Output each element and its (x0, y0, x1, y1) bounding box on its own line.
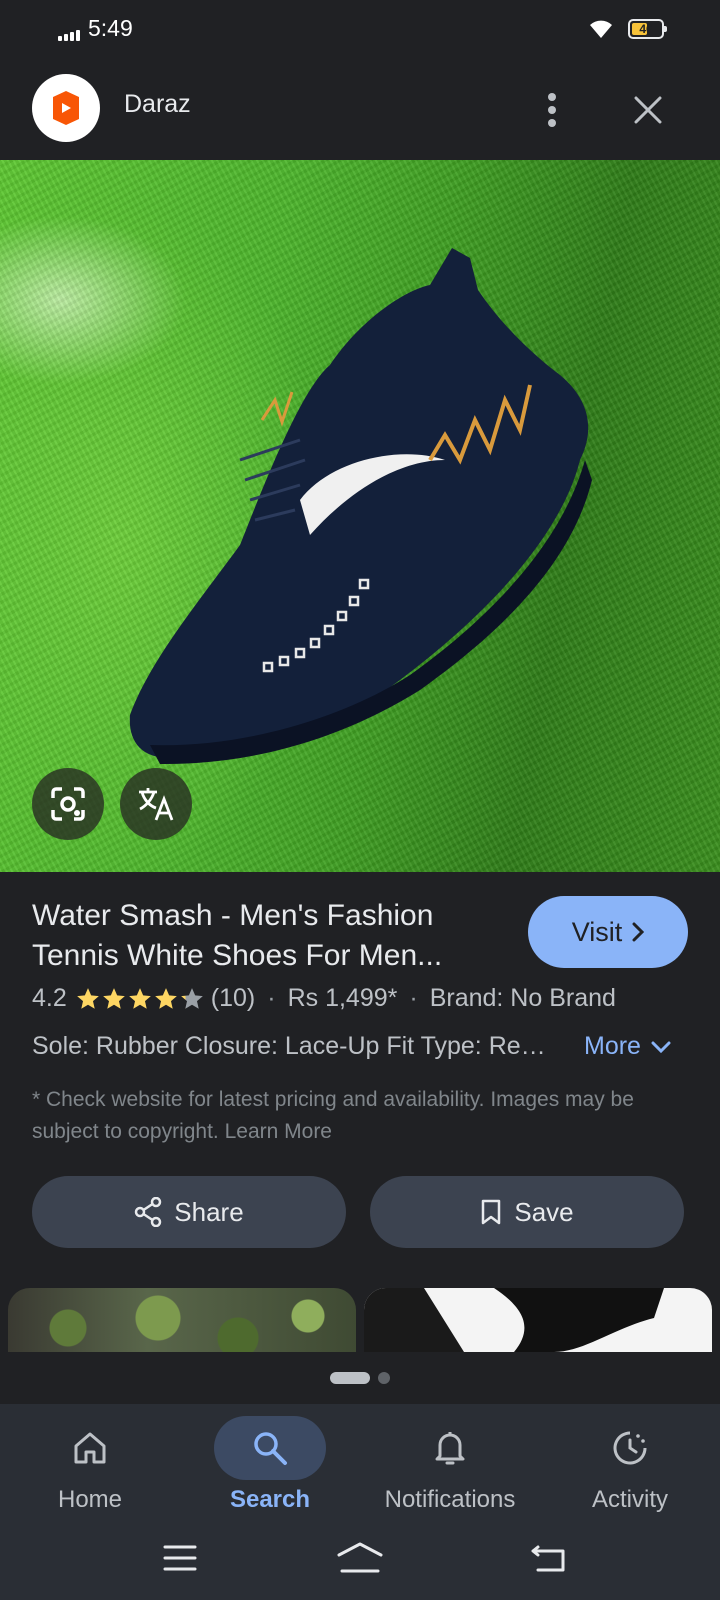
more-vert-icon (548, 93, 556, 127)
chevron-right-icon (632, 922, 645, 942)
header: Daraz (0, 58, 720, 160)
star-icon (154, 987, 177, 1009)
close-button[interactable] (624, 86, 672, 134)
home-outline-icon (337, 1542, 383, 1573)
nav-activity-label: Activity (591, 1486, 668, 1513)
nav-search[interactable]: Search (180, 1412, 360, 1516)
price: Rs 1,499* (287, 984, 398, 1012)
star-icon (76, 987, 99, 1009)
save-button[interactable]: Save (370, 1176, 684, 1248)
status-bar: 5:49 46 (0, 0, 720, 58)
more-button[interactable]: More (584, 1032, 671, 1061)
more-label: More (584, 1032, 641, 1060)
system-navigation-bar (0, 1522, 720, 1600)
status-time: 5:49 (88, 15, 133, 41)
nav-search-label: Search (229, 1486, 311, 1513)
page-indicator (0, 1372, 720, 1384)
star-icon (102, 987, 125, 1009)
visit-button[interactable]: Visit (528, 896, 688, 968)
share-icon (135, 1197, 162, 1227)
wifi-icon (590, 20, 612, 38)
product-image[interactable] (0, 160, 720, 872)
home-icon (74, 1432, 106, 1464)
search-icon (254, 1432, 287, 1465)
translate-icon (139, 788, 174, 821)
page-indicator-active (330, 1372, 370, 1384)
separator-dot: · (409, 984, 418, 1012)
related-image-thumbnail[interactable] (8, 1288, 356, 1352)
rating-row: 4.2 (10) · Rs 1,499* · Brand: No Brand (32, 984, 616, 1013)
shoe-illustration (129, 248, 592, 765)
product-title[interactable]: Water Smash - Men's Fashion Tennis White… (32, 896, 492, 976)
page-indicator-dot (378, 1372, 390, 1384)
lens-icon (51, 787, 85, 821)
visit-label: Visit (571, 916, 623, 947)
share-label: Share (174, 1196, 244, 1227)
brand: Brand: No Brand (429, 984, 616, 1012)
bottom-navigation: Home Search Notifications Activity (0, 1404, 720, 1522)
menu-icon (163, 1545, 197, 1571)
separator-dot: · (267, 984, 276, 1012)
activity-icon (613, 1431, 647, 1465)
site-logo (32, 74, 100, 142)
star-icon (180, 987, 203, 1009)
system-home-button[interactable] (336, 1538, 384, 1578)
translate-button[interactable] (120, 768, 192, 840)
bell-icon (435, 1432, 465, 1465)
save-label: Save (514, 1196, 574, 1227)
nav-notifications-label: Notifications (384, 1486, 516, 1513)
system-back-button[interactable] (524, 1538, 572, 1578)
product-specs: Sole: Rubber Closure: Lace-Up Fit Type: … (32, 1032, 552, 1060)
nav-home[interactable]: Home (0, 1412, 180, 1516)
chevron-down-icon (651, 1041, 671, 1053)
related-image-thumbnail[interactable] (364, 1288, 712, 1352)
nav-home-label: Home (57, 1486, 123, 1513)
review-count: (10) (210, 984, 256, 1012)
signal-icon (58, 30, 80, 41)
disclaimer-text: * Check website for latest pricing and a… (32, 1088, 634, 1143)
site-name: Daraz (124, 90, 191, 118)
lens-button[interactable] (32, 768, 104, 840)
back-icon (531, 1545, 565, 1572)
nav-activity[interactable]: Activity (540, 1412, 720, 1516)
battery-icon: 46 (628, 19, 667, 39)
battery-level: 46 (639, 22, 653, 36)
related-image-content (364, 1288, 664, 1352)
daraz-logo-icon (53, 91, 79, 125)
close-icon (634, 96, 662, 124)
system-menu-button[interactable] (156, 1538, 204, 1578)
more-options-button[interactable] (528, 86, 576, 134)
rating-value: 4.2 (32, 984, 67, 1012)
share-button[interactable]: Share (32, 1176, 346, 1248)
star-icon (128, 987, 151, 1009)
bookmark-icon (482, 1199, 501, 1225)
rating-stars (75, 986, 205, 1012)
nav-notifications[interactable]: Notifications (360, 1412, 540, 1516)
